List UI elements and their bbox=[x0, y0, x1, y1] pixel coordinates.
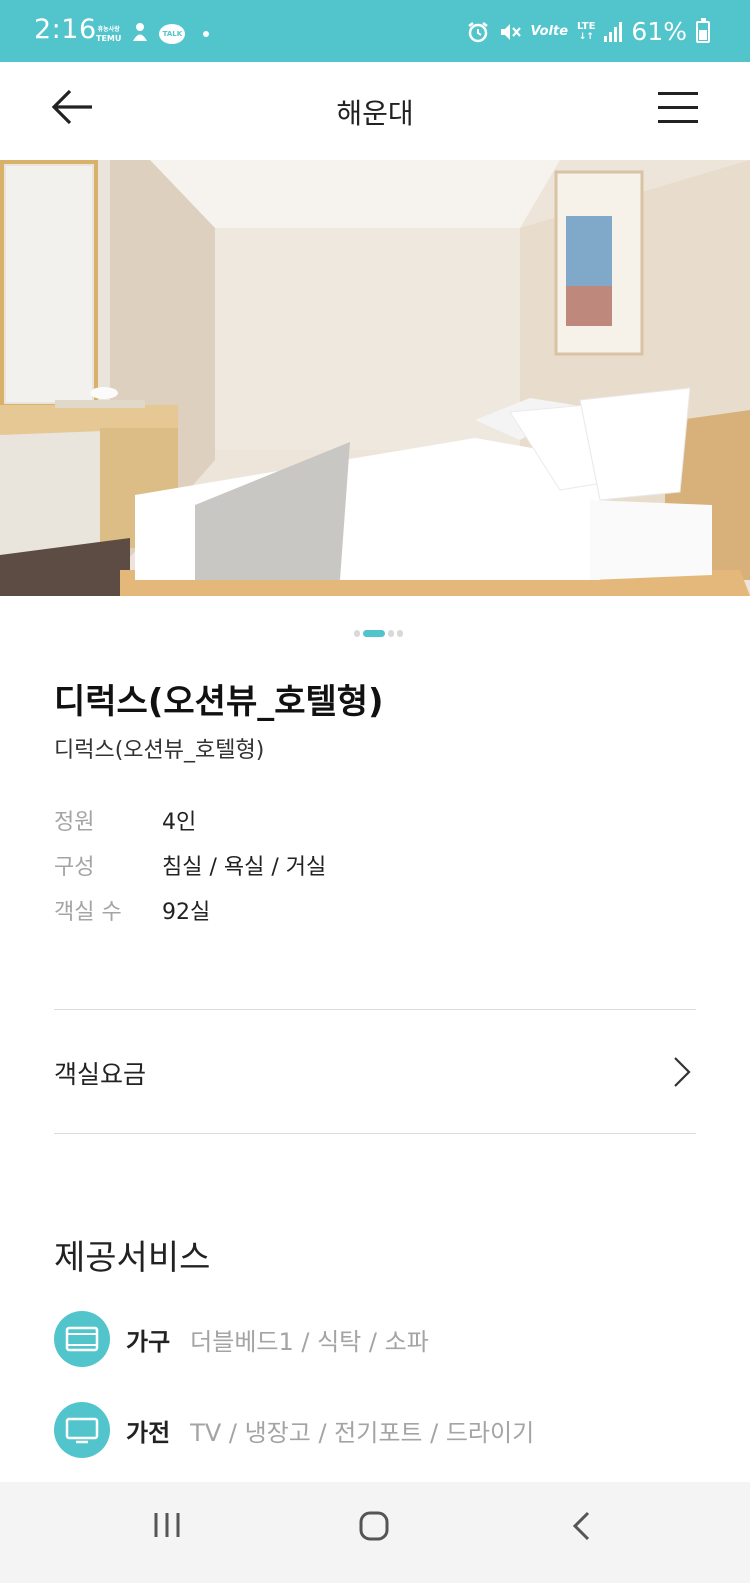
bed-icon bbox=[54, 1311, 110, 1367]
status-left-icons: 휴농사랑 TEMU TALK bbox=[96, 22, 210, 46]
room-rate-label: 객실요금 bbox=[54, 1060, 147, 1089]
recent-apps-icon bbox=[154, 1513, 180, 1537]
mute-icon bbox=[500, 23, 521, 40]
service-value: 더블베드1 / 식탁 / 소파 bbox=[190, 1327, 429, 1356]
chevron-right-icon bbox=[674, 1057, 691, 1087]
pager-dot[interactable] bbox=[388, 630, 394, 637]
signal-icon bbox=[604, 21, 623, 42]
pager-dot-active[interactable] bbox=[363, 630, 385, 637]
room-subtitle: 디럭스(오션뷰_호텔형) bbox=[54, 738, 265, 763]
spec-capacity: 정원 4인 bbox=[54, 804, 196, 836]
pager-dot[interactable] bbox=[354, 630, 360, 637]
lte-label: LTE bbox=[577, 20, 596, 32]
spec-composition: 구성 침실 / 욕실 / 거실 bbox=[54, 849, 326, 881]
alarm-icon bbox=[467, 21, 488, 42]
service-appliances: 가전 TV / 냉장고 / 전기포트 / 드라이기 bbox=[54, 1402, 534, 1458]
talk-label: TALK bbox=[162, 30, 183, 38]
system-back-button[interactable] bbox=[570, 1510, 592, 1546]
battery-percent: 61% bbox=[631, 17, 687, 46]
battery-icon bbox=[696, 17, 710, 43]
system-nav-bar bbox=[0, 1482, 750, 1583]
status-time: 2:16 bbox=[34, 14, 97, 45]
spec-label: 정원 bbox=[54, 810, 95, 835]
service-label: 가전 bbox=[126, 1418, 171, 1447]
home-button[interactable] bbox=[358, 1510, 390, 1546]
home-icon bbox=[359, 1511, 389, 1541]
menu-button[interactable] bbox=[658, 92, 698, 124]
tv-icon bbox=[54, 1402, 110, 1458]
status-bar: 2:16 휴농사랑 TEMU TALK Volte LTE ↓↑ 61% bbox=[0, 0, 750, 62]
status-right-icons: Volte LTE ↓↑ 61% bbox=[467, 17, 710, 46]
recent-apps-button[interactable] bbox=[152, 1510, 182, 1544]
room-image bbox=[0, 160, 750, 596]
temu-label: TEMU bbox=[96, 34, 122, 43]
service-label: 가구 bbox=[126, 1327, 171, 1356]
spec-value: 침실 / 욕실 / 거실 bbox=[162, 855, 327, 880]
hamburger-icon-line bbox=[658, 92, 698, 95]
pager-dot[interactable] bbox=[397, 630, 403, 637]
spec-value: 4인 bbox=[162, 810, 197, 835]
app-header: 해운대 bbox=[0, 62, 750, 160]
service-value: TV / 냉장고 / 전기포트 / 드라이기 bbox=[190, 1418, 535, 1447]
person-icon bbox=[131, 22, 149, 46]
spec-room-count: 객실 수 92실 bbox=[54, 894, 210, 926]
temu-small-label: 휴농사랑 bbox=[97, 26, 120, 33]
spec-label: 구성 bbox=[54, 855, 95, 880]
lte-icon: LTE ↓↑ bbox=[577, 20, 596, 42]
room-rate-row[interactable]: 객실요금 bbox=[54, 1010, 696, 1134]
volte-label: Volte bbox=[530, 24, 569, 39]
room-name: 디럭스(오션뷰_호텔형) bbox=[54, 682, 384, 722]
page-title: 해운대 bbox=[336, 97, 414, 130]
talk-icon: TALK bbox=[159, 24, 186, 44]
room-photo[interactable] bbox=[0, 160, 750, 596]
spec-label: 객실 수 bbox=[54, 900, 122, 925]
temu-icon: 휴농사랑 TEMU bbox=[96, 25, 121, 43]
service-furniture: 가구 더블베드1 / 식탁 / 소파 bbox=[54, 1311, 429, 1367]
spec-value: 92실 bbox=[162, 900, 211, 925]
services-title: 제공서비스 bbox=[54, 1238, 211, 1278]
chevron-left-icon bbox=[572, 1511, 590, 1541]
divider bbox=[54, 1133, 696, 1134]
gallery-pager bbox=[354, 630, 403, 637]
notification-dot-icon bbox=[203, 31, 210, 37]
